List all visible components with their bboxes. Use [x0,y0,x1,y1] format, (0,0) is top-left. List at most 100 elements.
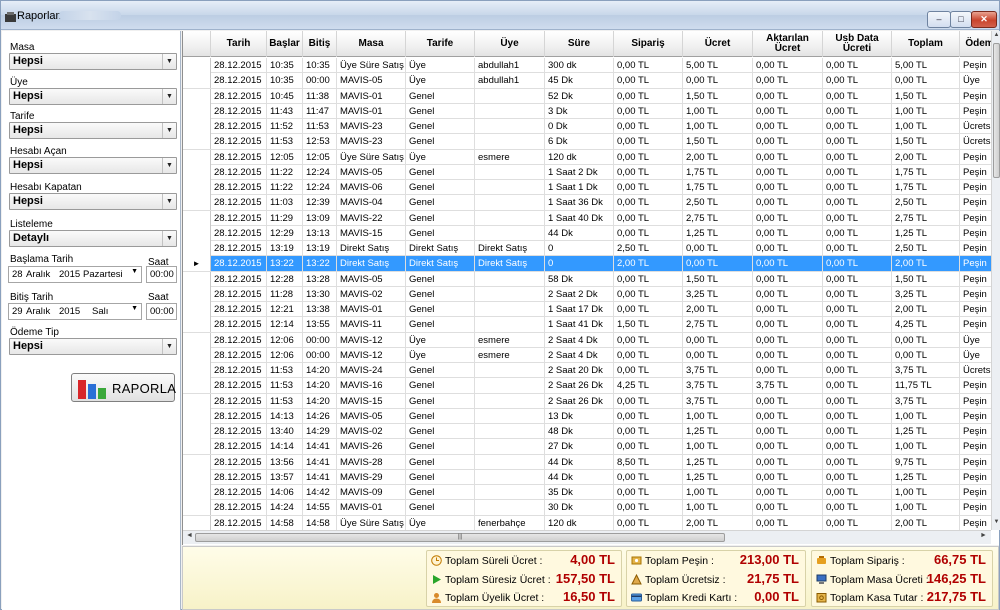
table-cell[interactable]: 0,00 TL [753,225,823,241]
table-cell[interactable]: 2,75 TL [683,317,753,333]
table-cell[interactable]: 0,00 TL [614,286,683,302]
table-cell[interactable]: 0,00 TL [823,469,892,485]
table-cell[interactable]: 2,00 TL [892,149,960,165]
vertical-scroll-thumb[interactable] [993,43,1000,178]
table-cell[interactable]: 3,75 TL [683,393,753,409]
masa-select[interactable]: Hepsi ▼ [9,53,177,70]
table-cell[interactable]: MAVIS-23 [337,134,406,150]
table-cell[interactable]: Peşin [960,256,991,271]
title-bar[interactable]: Raporlama – □ ✕ [1,1,999,30]
table-cell[interactable]: 0,00 TL [823,195,892,211]
table-cell[interactable]: 13:19 [267,241,303,256]
table-cell[interactable]: 00:00 [303,332,337,348]
table-cell[interactable] [475,134,545,150]
table-cell[interactable]: 14:20 [303,393,337,409]
table-row[interactable]: 28.12.2015 11:53 14:20 MAVIS-15 Genel 2 Saat … [183,393,991,409]
table-cell[interactable] [475,454,545,470]
table-cell[interactable]: Peşin [960,317,991,332]
table-cell[interactable]: 1 Saat 36 Dk [545,195,614,211]
table-cell[interactable]: 0,00 TL [823,363,892,378]
row-header[interactable] [183,210,211,226]
table-cell[interactable]: Genel [406,317,475,333]
table-cell[interactable]: Genel [406,363,475,378]
table-cell[interactable]: Üye [960,333,991,348]
table-cell[interactable] [475,119,545,134]
table-cell[interactable]: 12:05 [303,149,337,165]
table-cell[interactable]: Üye [406,73,475,89]
table-cell[interactable]: 13:57 [267,469,303,485]
table-cell[interactable]: 28.12.2015 [211,332,267,348]
table-row[interactable]: 28.12.2015 11:03 12:39 MAVIS-04 Genel 1 Saat … [183,195,991,211]
table-cell[interactable]: 58 Dk [545,271,614,287]
table-cell[interactable]: Peşin [960,226,991,241]
table-cell[interactable]: MAVIS-28 [337,454,406,470]
table-cell[interactable] [475,378,545,394]
table-cell[interactable]: 0,00 TL [823,241,892,256]
table-cell[interactable]: 28.12.2015 [211,302,267,317]
table-cell[interactable]: MAVIS-05 [337,73,406,89]
table-cell[interactable]: 0,00 TL [823,378,892,394]
table-cell[interactable]: 3,75 TL [892,393,960,409]
table-cell[interactable]: 0,00 TL [823,286,892,302]
row-header[interactable] [183,469,211,485]
table-cell[interactable]: 0,00 TL [753,210,823,226]
table-cell[interactable]: 2,00 TL [892,256,960,272]
table-cell[interactable] [475,485,545,500]
table-cell[interactable]: 00:00 [303,347,337,363]
table-cell[interactable] [475,439,545,455]
table-row[interactable]: 28.12.2015 13:56 14:41 MAVIS-28 Genel 44 Dk 8,… [183,454,991,470]
table-cell[interactable]: Peşin [960,516,991,531]
table-cell[interactable]: 0,00 TL [614,271,683,287]
table-cell[interactable]: MAVIS-05 [337,164,406,180]
column-header[interactable]: Usb Data Ücreti [823,31,892,57]
table-cell[interactable]: 14:13 [267,408,303,424]
minimize-button[interactable]: – [927,11,951,28]
table-cell[interactable]: 14:55 [303,500,337,516]
table-cell[interactable]: Genel [406,225,475,241]
table-cell[interactable]: 28.12.2015 [211,317,267,333]
table-cell[interactable]: 1,50 TL [892,134,960,150]
table-cell[interactable]: abdullah1 [475,58,545,73]
table-cell[interactable] [475,210,545,226]
table-cell[interactable]: 12:21 [267,302,303,317]
table-cell[interactable]: 0,00 TL [753,393,823,409]
table-cell[interactable]: 28.12.2015 [211,149,267,165]
table-cell[interactable]: Peşin [960,378,991,393]
table-cell[interactable]: 12:06 [267,332,303,348]
table-cell[interactable]: 44 Dk [545,454,614,470]
table-cell[interactable]: 14:41 [303,439,337,455]
table-cell[interactable]: 6 Dk [545,134,614,150]
table-cell[interactable]: 0,00 TL [823,149,892,165]
table-cell[interactable]: 1,00 TL [892,485,960,500]
table-cell[interactable]: 0,00 TL [614,408,683,424]
table-cell[interactable]: 14:06 [267,485,303,500]
table-cell[interactable]: MAVIS-05 [337,408,406,424]
table-cell[interactable]: Üye Süre Satış [337,58,406,73]
table-cell[interactable]: 11:53 [303,119,337,134]
table-cell[interactable]: 0,00 TL [614,469,683,485]
table-cell[interactable]: 3,75 TL [753,378,823,394]
table-row[interactable]: 28.12.2015 11:53 14:20 MAVIS-16 Genel 2 Saat … [183,378,991,394]
table-cell[interactable]: 1 Saat 17 Dk [545,302,614,317]
table-cell[interactable]: 28.12.2015 [211,393,267,409]
table-cell[interactable]: Genel [406,469,475,485]
table-row[interactable]: 28.12.2015 13:19 13:19 Direkt Satış Direkt S… [183,241,991,257]
table-cell[interactable]: 0,00 TL [823,332,892,348]
table-cell[interactable]: 13:30 [303,286,337,302]
row-header[interactable] [183,103,211,119]
table-cell[interactable]: 2,75 TL [683,210,753,226]
row-header[interactable] [183,119,211,134]
table-cell[interactable]: Genel [406,408,475,424]
row-header[interactable] [183,408,211,424]
vertical-scrollbar[interactable]: ▲ ▼ [991,31,1000,530]
table-cell[interactable]: 0,00 TL [753,500,823,516]
table-cell[interactable]: 28.12.2015 [211,454,267,470]
table-row[interactable]: 28.12.2015 11:43 11:47 MAVIS-01 Genel 3 Dk 0,0… [183,103,991,119]
table-row[interactable]: 28.12.2015 11:52 11:53 MAVIS-23 Genel 0 Dk 0,0… [183,119,991,135]
table-cell[interactable]: 0,00 TL [753,103,823,119]
row-header[interactable] [183,363,211,378]
table-cell[interactable]: 0,00 TL [753,332,823,348]
table-cell[interactable]: fenerbahçe [475,515,545,530]
table-cell[interactable]: 0,00 TL [614,149,683,165]
row-header[interactable] [183,393,211,409]
